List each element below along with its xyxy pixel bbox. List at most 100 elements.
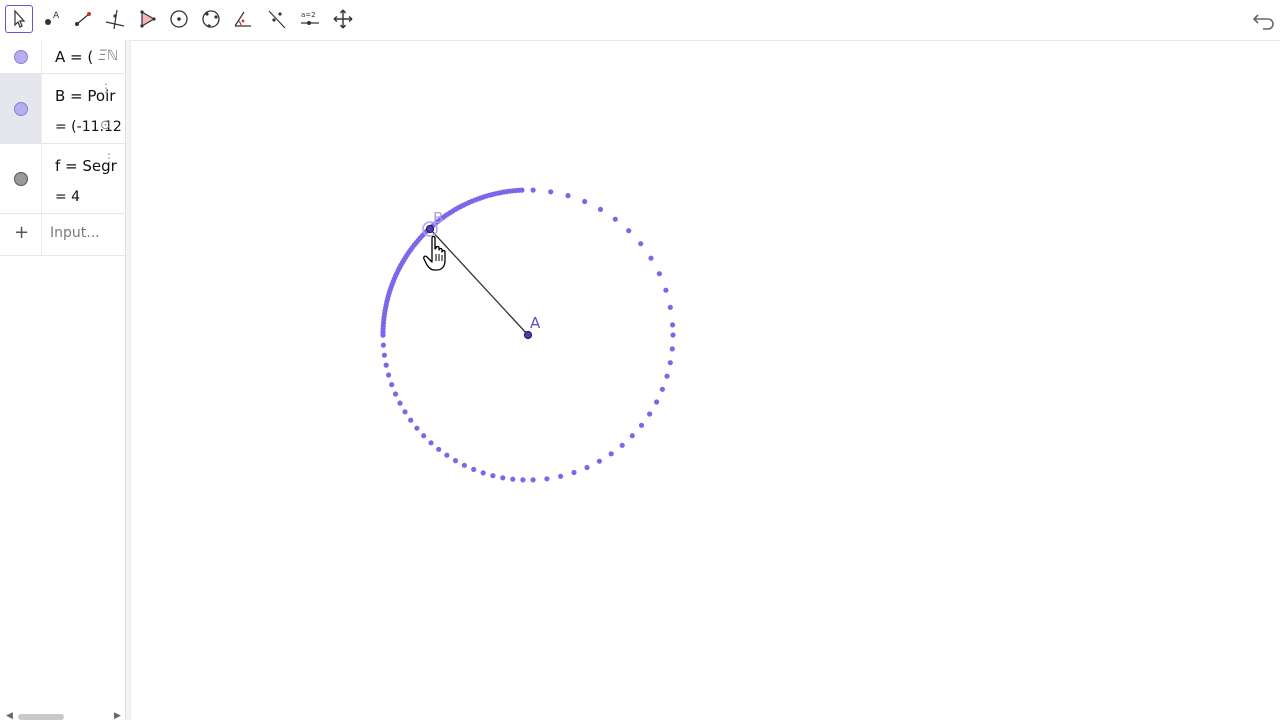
trace-dot — [544, 476, 550, 482]
trace-dot — [530, 477, 536, 483]
trace-dot — [648, 255, 654, 261]
trace-dot — [389, 382, 395, 388]
point-icon: A — [45, 11, 60, 25]
marble-column — [0, 40, 42, 73]
scroll-left-arrow-icon[interactable]: ◀ — [6, 711, 13, 720]
trace-dot — [670, 332, 676, 338]
trace-dot — [500, 475, 506, 481]
algebra-input-field[interactable]: Input... — [50, 225, 100, 241]
polygon-icon — [140, 10, 156, 28]
trace-dot — [519, 187, 525, 193]
trace-dot — [638, 241, 644, 247]
reflect-icon — [268, 10, 286, 29]
settings-circle-icon[interactable]: ⊙ — [100, 118, 111, 133]
segment-tool-button[interactable] — [69, 5, 97, 33]
trace-dot — [436, 446, 442, 452]
algebra-input-row[interactable]: + Input... — [0, 214, 125, 256]
perpendicular-line-icon — [105, 9, 125, 30]
algebra-value-f: = 4 — [55, 189, 81, 205]
point-A[interactable] — [523, 330, 533, 340]
graphics-canvas[interactable]: A B — [131, 40, 1280, 720]
trace-dot — [584, 464, 590, 471]
trace-dot — [380, 332, 386, 338]
trace-dot — [608, 451, 614, 457]
algebra-row-f[interactable]: f = Segr = 4 ⋮ — [0, 144, 125, 214]
trace-dot — [565, 193, 571, 199]
trace-dot — [654, 399, 660, 405]
trace-dot — [582, 198, 588, 205]
trace-dot — [402, 409, 408, 415]
toolbar: A a=2 — [0, 0, 1280, 41]
algebra-value-B: = (-11.12 — [55, 119, 122, 135]
trace-dot — [664, 373, 670, 379]
trace-dot — [520, 477, 526, 483]
visibility-toggle-A[interactable] — [14, 50, 28, 64]
trace-dot — [597, 206, 604, 212]
trace-dot — [629, 433, 635, 439]
visibility-toggle-f[interactable] — [14, 172, 28, 186]
trace-dot — [619, 442, 625, 448]
svg-text:a=2: a=2 — [301, 11, 316, 19]
trace-dot — [428, 440, 434, 446]
trace-dot — [558, 473, 564, 479]
scroll-right-arrow-icon[interactable]: ▶ — [114, 711, 121, 720]
trace-dot — [452, 458, 459, 464]
marble-column — [0, 144, 42, 213]
trace-dot — [670, 322, 676, 328]
input-symbols-icon[interactable]: Ξℕ — [98, 48, 119, 64]
algebra-definition-A[interactable]: A = ( — [55, 48, 93, 66]
trace-dot — [647, 411, 653, 417]
horizontal-scrollbar[interactable] — [18, 714, 64, 720]
trace-dot — [530, 187, 536, 193]
algebra-row-A[interactable]: A = ( Ξℕ — [0, 40, 125, 74]
graphics-view[interactable]: A B — [131, 40, 1280, 720]
point-tool-button[interactable]: A — [37, 5, 65, 33]
more-menu-icon[interactable]: ⋮ — [103, 151, 115, 165]
segment-f[interactable] — [429, 228, 529, 336]
arrow-cursor-icon — [14, 9, 26, 28]
trace-dot — [444, 452, 450, 458]
trace-dot — [386, 372, 392, 378]
marble-column: + — [0, 214, 42, 255]
slider-icon: a=2 — [301, 11, 319, 25]
trace-dot — [659, 386, 666, 392]
circle-center-point-tool-button[interactable] — [165, 5, 193, 33]
angle-icon — [234, 11, 251, 27]
trace-dot — [667, 360, 673, 366]
perpendicular-line-tool-button[interactable] — [101, 5, 129, 33]
trace-dot — [408, 417, 414, 423]
trace-dot — [667, 304, 673, 310]
undo-icon[interactable] — [1252, 8, 1276, 32]
trace-dot — [414, 425, 420, 431]
polygon-tool-button[interactable] — [133, 5, 161, 33]
trace-dot — [663, 287, 669, 293]
trace-dot — [548, 189, 554, 195]
more-menu-icon[interactable]: ⋮ — [100, 81, 112, 95]
trace-dot — [381, 352, 387, 358]
circle-three-points-icon — [202, 10, 220, 28]
trace-dot — [571, 469, 577, 476]
angle-tool-button[interactable] — [229, 5, 257, 33]
trace-dot — [510, 476, 516, 482]
algebra-view: A = ( Ξℕ B = Poir = (-11.12 ⋮ ⊙ f = Segr… — [0, 40, 125, 720]
trace-dot — [421, 433, 427, 439]
trace-dot — [596, 458, 603, 464]
svg-text:A: A — [53, 11, 60, 21]
move-graphics-view-tool-button[interactable] — [329, 5, 357, 33]
reflect-tool-button[interactable] — [263, 5, 291, 33]
trace-dot — [397, 400, 403, 406]
circle-three-points-tool-button[interactable] — [197, 5, 225, 33]
trace-dot — [669, 346, 675, 352]
trace-dot — [480, 470, 486, 476]
move-tool-button[interactable] — [5, 5, 33, 33]
visibility-toggle-B[interactable] — [14, 102, 28, 116]
point-B-label: B — [433, 209, 443, 227]
move-arrows-icon — [333, 9, 353, 29]
slider-tool-button[interactable]: a=2 — [296, 5, 324, 33]
add-plus-icon[interactable]: + — [14, 222, 29, 243]
marble-column — [0, 74, 42, 143]
algebra-row-B[interactable]: B = Poir = (-11.12 ⋮ ⊙ — [0, 74, 125, 144]
trace-dot — [612, 216, 618, 222]
trace-dot — [638, 422, 645, 428]
trace-dot — [383, 362, 389, 368]
